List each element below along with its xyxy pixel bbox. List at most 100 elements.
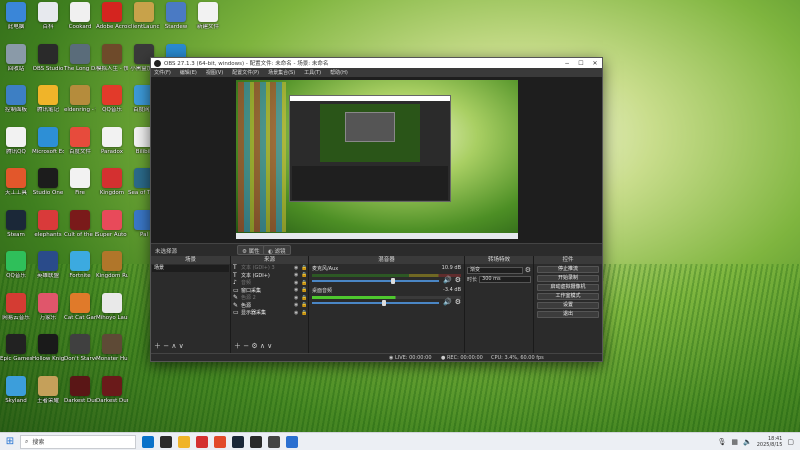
- source-item[interactable]: ✎ 色源 ◉ 🔒: [231, 302, 308, 310]
- eye-icon[interactable]: ◉: [294, 272, 301, 278]
- desktop-icon[interactable]: Cat Cat Game: [64, 292, 96, 321]
- obs-window[interactable]: OBS 27.1.3 (64-bit, windows) - 配置文件: 未命名…: [150, 57, 603, 362]
- desktop-icon[interactable]: 英雄联盟: [32, 251, 64, 279]
- obs-titlebar[interactable]: OBS 27.1.3 (64-bit, windows) - 配置文件: 未命名…: [151, 58, 602, 68]
- lock-icon[interactable]: 🔒: [301, 310, 308, 316]
- speaker-icon[interactable]: 🔊: [443, 276, 452, 284]
- taskbar-app-icon[interactable]: [286, 435, 298, 448]
- source-item[interactable]: T 文本 (GDI+) ◉ 🔒: [231, 272, 308, 280]
- taskbar-app-icon[interactable]: [250, 435, 262, 448]
- desktop-icon[interactable]: elephants: [32, 209, 64, 238]
- eye-icon[interactable]: ◉: [294, 280, 301, 286]
- taskbar-clock[interactable]: 18:41 2025/8/15: [757, 436, 783, 448]
- stop-streaming-button[interactable]: 停止推流: [537, 265, 599, 273]
- gear-icon[interactable]: ⚙: [455, 298, 461, 306]
- volume-knob[interactable]: [390, 278, 395, 284]
- desktop-icon[interactable]: 模拟人生 - 快捷方式: [96, 43, 128, 72]
- desktop-icon[interactable]: Cookard: [64, 2, 96, 30]
- eye-icon[interactable]: ◉: [294, 295, 301, 301]
- taskbar-app-icon[interactable]: [196, 435, 208, 448]
- scene-item[interactable]: 场景: [152, 265, 229, 272]
- minimize-icon[interactable]: −: [560, 60, 574, 67]
- volume-slider[interactable]: [312, 300, 439, 306]
- eye-icon[interactable]: ◉: [294, 287, 301, 293]
- desktop-icon[interactable]: Cult of the Lamb: [64, 209, 96, 238]
- desktop-icon[interactable]: Fortnite: [64, 251, 96, 279]
- taskbar-search[interactable]: ⌕ 搜索: [20, 434, 136, 449]
- network-icon[interactable]: ▦: [731, 438, 738, 446]
- close-icon[interactable]: ✕: [588, 60, 602, 67]
- lock-icon[interactable]: 🔒: [301, 287, 308, 293]
- menu-item[interactable]: 配置文件(P): [232, 69, 259, 76]
- desktop-icon[interactable]: QQ音乐: [96, 85, 128, 113]
- desktop-icon[interactable]: 回收站: [0, 43, 32, 72]
- desktop-icon[interactable]: Skyland: [0, 375, 32, 404]
- menu-item[interactable]: 工具(T): [304, 69, 321, 76]
- eye-icon[interactable]: ◉: [294, 310, 301, 316]
- taskbar-app-icon[interactable]: [268, 435, 280, 448]
- taskbar-app-icon[interactable]: [232, 435, 244, 448]
- desktop-icon[interactable]: Mihoyo Launcher: [96, 292, 128, 321]
- microphone-icon[interactable]: 🎙: [718, 438, 727, 446]
- source-item[interactable]: ▭ 窗口采集 ◉ 🔒: [231, 287, 308, 295]
- properties-button[interactable]: ⚙ 属性: [237, 245, 265, 255]
- desktop-icon[interactable]: 百科: [32, 2, 64, 30]
- source-item[interactable]: ♪ 音频 ◉ 🔒: [231, 279, 308, 287]
- eye-icon[interactable]: ◉: [294, 265, 301, 271]
- desktop-icon[interactable]: 新建文件: [192, 2, 224, 30]
- desktop-icon[interactable]: Epic Games Launcher: [0, 334, 32, 362]
- desktop-icon[interactable]: Super Auto Pets: [96, 209, 128, 238]
- desktop-icon[interactable]: 腾讯QQ: [0, 126, 32, 155]
- eye-icon[interactable]: ◉: [294, 302, 301, 308]
- desktop-icon[interactable]: The Long Dark: [64, 43, 96, 72]
- desktop-icon[interactable]: Monster Hunter: [96, 334, 128, 362]
- volume-slider[interactable]: [312, 278, 439, 284]
- duration-input[interactable]: 300 ms: [479, 276, 531, 283]
- desktop-icon[interactable]: 百度文件: [64, 126, 96, 155]
- menu-item[interactable]: 编辑(E): [180, 69, 197, 76]
- exit-button[interactable]: 退出: [537, 310, 599, 318]
- virtual-camera-button[interactable]: 启动虚拟摄像机: [537, 283, 599, 291]
- desktop-icon[interactable]: QQ音乐: [0, 251, 32, 279]
- desktop-icon[interactable]: OBS Studio: [32, 43, 64, 72]
- desktop-icon[interactable]: Darkest Dungeon II: [64, 375, 96, 404]
- desktop-icon[interactable]: clientLauncher: [128, 2, 160, 30]
- lock-icon[interactable]: 🔒: [301, 272, 308, 278]
- menu-item[interactable]: 场景集合(S): [268, 69, 295, 76]
- desktop-icon[interactable]: Don't Starve: [64, 334, 96, 362]
- taskbar-app-icon[interactable]: [178, 435, 190, 448]
- desktop-icon[interactable]: eldenring - 快捷方式: [64, 85, 96, 113]
- gear-icon[interactable]: ⚙: [455, 276, 461, 284]
- menu-item[interactable]: 文件(F): [154, 69, 171, 76]
- menu-item[interactable]: 视图(V): [206, 69, 223, 76]
- desktop-icon[interactable]: Darkest Dungeon: [96, 375, 128, 404]
- source-item[interactable]: ▭ 显示器采集 ◉ 🔒: [231, 309, 308, 317]
- desktop-icon[interactable]: 网易云音乐: [0, 292, 32, 321]
- desktop-icon[interactable]: Stardew: [160, 2, 192, 30]
- desktop-icon[interactable]: Steam: [0, 209, 32, 238]
- lock-icon[interactable]: 🔒: [301, 302, 308, 308]
- lock-icon[interactable]: 🔒: [301, 265, 308, 271]
- studio-mode-button[interactable]: 工作室模式: [537, 292, 599, 300]
- settings-button[interactable]: 设置: [537, 301, 599, 309]
- gear-icon[interactable]: ⚙: [525, 266, 531, 274]
- desktop-icon[interactable]: Hollow Knight: [32, 334, 64, 362]
- taskbar-app-icon[interactable]: [160, 435, 172, 448]
- desktop-icon[interactable]: Kingdom: [96, 168, 128, 196]
- desktop-icon[interactable]: Fire: [64, 168, 96, 196]
- desktop-icon[interactable]: 此电脑: [0, 2, 32, 30]
- source-item[interactable]: T 文本 (GDI+) 3 ◉ 🔒: [231, 264, 308, 272]
- volume-icon[interactable]: 🔈: [743, 438, 752, 446]
- sources-footer[interactable]: ＋ − ⚙ ∧ ∨: [234, 341, 272, 351]
- taskbar-app-icon[interactable]: [214, 435, 226, 448]
- desktop-icon[interactable]: 腾讯笔记: [32, 85, 64, 113]
- windows-start-icon[interactable]: ⊞: [0, 436, 20, 447]
- desktop-icon[interactable]: Kingdom Rush Origins: [96, 251, 128, 279]
- start-recording-button[interactable]: 开始录制: [537, 274, 599, 282]
- program-preview[interactable]: [236, 80, 518, 239]
- source-item[interactable]: ✎ 色源 2 ◉ 🔒: [231, 294, 308, 302]
- desktop-icon[interactable]: 天工工具: [0, 168, 32, 196]
- menu-item[interactable]: 帮助(H): [330, 69, 348, 76]
- desktop-icon[interactable]: 王者荣耀: [32, 375, 64, 404]
- filters-button[interactable]: ◐ 滤镜: [263, 245, 291, 255]
